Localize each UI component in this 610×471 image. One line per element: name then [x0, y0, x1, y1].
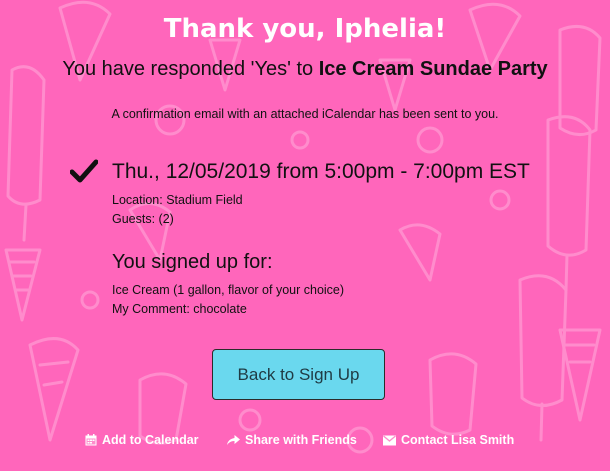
share-with-friends-link[interactable]: Share with Friends	[227, 433, 357, 447]
event-guests: Guests: (2)	[112, 212, 174, 226]
signed-up-heading: You signed up for:	[112, 251, 273, 273]
response-summary: You have responded 'Yes' to Ice Cream Su…	[0, 58, 610, 81]
event-location: Location: Stadium Field	[112, 193, 243, 207]
contact-organizer-label: Contact Lisa Smith	[401, 433, 515, 447]
envelope-icon	[383, 435, 396, 445]
share-arrow-icon	[227, 434, 240, 445]
back-to-sign-up-button[interactable]: Back to Sign Up	[212, 349, 385, 400]
confirmation-page: Thank you, Iphelia! You have responded '…	[0, 0, 610, 471]
confirmation-email-note: A confirmation email with an attached iC…	[111, 107, 499, 121]
event-datetime: Thu., 12/05/2019 from 5:00pm - 7:00pm ES…	[112, 160, 530, 183]
add-to-calendar-link[interactable]: Add to Calendar	[85, 433, 199, 447]
contact-organizer-link[interactable]: Contact Lisa Smith	[383, 433, 514, 447]
add-to-calendar-label: Add to Calendar	[102, 433, 199, 447]
signup-comment: My Comment: chocolate	[112, 302, 247, 316]
signup-item: Ice Cream (1 gallon, flavor of your choi…	[112, 283, 345, 297]
calendar-icon	[85, 434, 97, 446]
checkmark-icon	[70, 159, 98, 183]
response-prefix: You have responded 'Yes' to	[62, 58, 319, 80]
share-with-friends-label: Share with Friends	[245, 433, 357, 447]
page-title: Thank you, Iphelia!	[163, 14, 447, 44]
footer-links: Add to Calendar Share with Friends Conta…	[0, 433, 610, 451]
event-name: Ice Cream Sundae Party	[318, 58, 548, 80]
